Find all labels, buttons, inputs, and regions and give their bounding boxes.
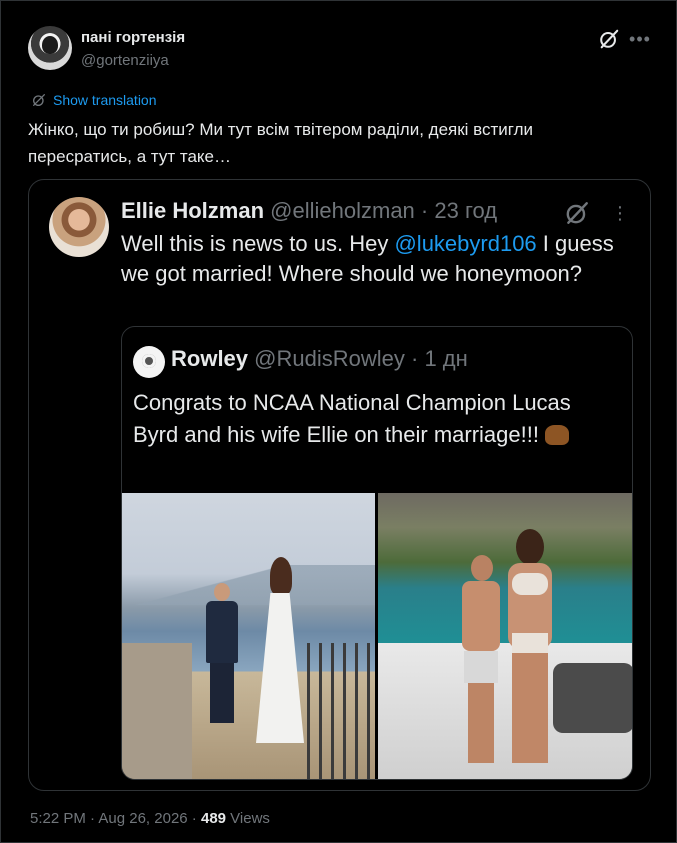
quoted-author-handle[interactable]: @ellieholzman <box>270 198 415 223</box>
nested-text-body: Congrats to NCAA National Champion Lucas… <box>133 390 571 447</box>
quoted-separator: · <box>414 198 435 223</box>
more-icon[interactable]: ••• <box>629 28 651 50</box>
clapping-hands-icon <box>545 425 570 445</box>
quoted-avatar[interactable] <box>49 197 109 257</box>
tweet-time[interactable]: 5:22 PM <box>30 810 86 827</box>
mention-link[interactable]: @lukebyrd106 <box>394 231 536 256</box>
wedding-photo[interactable] <box>122 493 375 779</box>
views-label: Views <box>226 810 270 827</box>
nested-text: Congrats to NCAA National Champion Lucas… <box>133 387 613 451</box>
nested-separator: · <box>404 346 425 371</box>
show-translation-label[interactable]: Show translation <box>53 92 157 108</box>
nested-header: Rowley @RudisRowley · 1 дн <box>171 346 468 372</box>
views-count: 489 <box>200 810 227 827</box>
nested-time[interactable]: 1 дн <box>424 346 467 371</box>
mountain-shape <box>122 565 375 605</box>
quoted-time[interactable]: 23 год <box>434 198 497 223</box>
tweet: пані гортензія @gortenziiya ••• Show tra… <box>0 0 677 843</box>
quoted-grok-icon[interactable] <box>564 200 590 226</box>
grok-icon[interactable] <box>598 28 620 50</box>
man-figure <box>456 555 506 765</box>
tweet-text: Жінко, що ти робиш? Ми тут всім твітером… <box>28 120 534 166</box>
railing <box>307 643 375 779</box>
nested-quoted-tweet[interactable]: Rowley @RudisRowley · 1 дн Congrats to N… <box>121 326 633 780</box>
footer-separator-2: · <box>187 810 201 827</box>
quoted-text: Well this is news to us. Hey @lukebyrd10… <box>121 229 621 289</box>
boat-photo[interactable] <box>378 493 632 779</box>
nested-author-handle[interactable]: @RudisRowley <box>254 346 405 371</box>
stone-wall <box>122 643 192 779</box>
footer-separator: · <box>85 810 99 827</box>
author-handle[interactable]: @gortenziiya <box>81 52 169 69</box>
avatar[interactable] <box>28 26 72 70</box>
quoted-tweet[interactable]: Ellie Holzman @ellieholzman · 23 год ⋮ W… <box>28 179 651 791</box>
nested-author-name[interactable]: Rowley <box>171 346 248 371</box>
author-name[interactable]: пані гортензія <box>81 29 185 46</box>
woman-figure <box>502 529 558 765</box>
show-translation-link[interactable]: Show translation <box>31 92 157 108</box>
quoted-more-icon[interactable]: ⋮ <box>609 200 631 226</box>
nested-avatar[interactable] <box>133 346 165 378</box>
bride-figure <box>250 557 310 757</box>
groom-figure <box>202 583 242 733</box>
tweet-date[interactable]: Aug 26, 2026 <box>98 810 187 827</box>
translate-icon <box>33 94 45 106</box>
tweet-footer: 5:22 PM · Aug 26, 2026 · 489 Views <box>30 810 270 827</box>
quoted-text-before: Well this is news to us. Hey <box>121 231 395 256</box>
boat-seat <box>553 663 632 733</box>
quoted-author-name[interactable]: Ellie Holzman <box>121 198 264 223</box>
quoted-header: Ellie Holzman @ellieholzman · 23 год <box>121 198 497 224</box>
